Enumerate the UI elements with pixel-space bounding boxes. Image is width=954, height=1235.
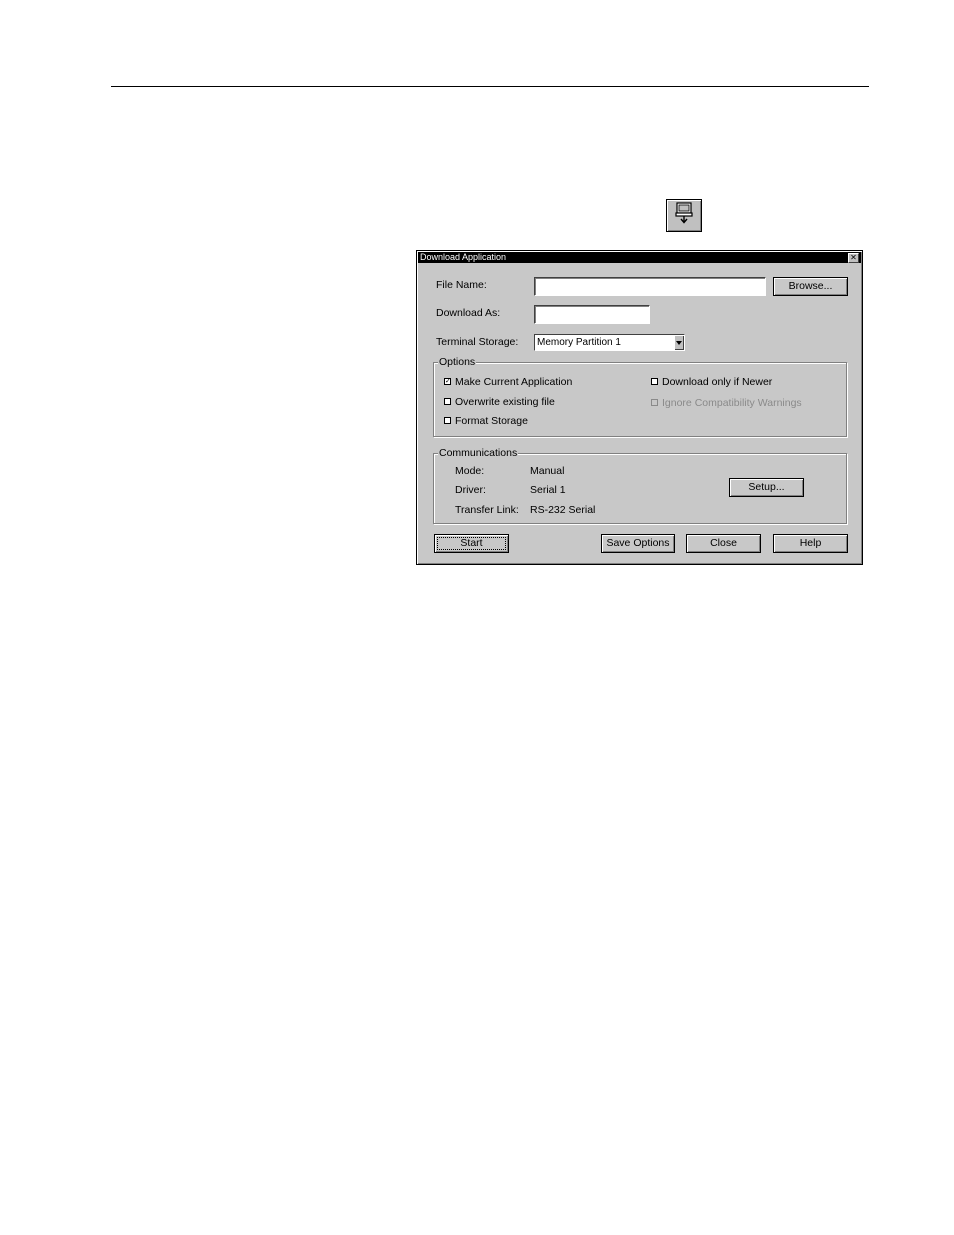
close-button[interactable]: Close (686, 534, 761, 553)
browse-button[interactable]: Browse... (773, 277, 848, 296)
transfer-link-label: Transfer Link: (455, 504, 519, 516)
download-terminal-icon (673, 201, 695, 230)
close-icon[interactable]: ✕ (848, 253, 859, 263)
start-button[interactable]: Start (434, 534, 509, 553)
save-options-button[interactable]: Save Options (601, 534, 675, 553)
format-storage-label[interactable]: Format Storage (455, 415, 528, 427)
dialog-title: Download Application (420, 252, 507, 262)
make-current-label[interactable]: Make Current Application (455, 376, 572, 388)
file-name-label: File Name: (436, 279, 487, 291)
transfer-link-value: RS-232 Serial (530, 504, 596, 516)
mode-value: Manual (530, 465, 565, 477)
terminal-storage-value: Memory Partition 1 (537, 337, 621, 348)
file-name-input[interactable] (534, 277, 766, 296)
options-group-title: Options (438, 356, 477, 368)
setup-button[interactable]: Setup... (729, 478, 804, 497)
help-button[interactable]: Help (773, 534, 848, 553)
make-current-checkbox[interactable]: ✓ (444, 378, 451, 385)
driver-label: Driver: (455, 484, 486, 496)
download-newer-checkbox[interactable] (651, 378, 658, 385)
download-as-label: Download As: (436, 307, 501, 319)
communications-group-title: Communications (438, 447, 519, 459)
terminal-storage-label: Terminal Storage: (436, 336, 519, 348)
download-application-dialog: Download Application ✕ File Name: Browse… (416, 250, 863, 565)
dropdown-arrow-icon[interactable] (674, 335, 684, 350)
download-as-input[interactable] (534, 305, 650, 324)
ignore-compat-checkbox (651, 399, 658, 406)
download-newer-label[interactable]: Download only if Newer (662, 376, 772, 388)
ignore-compat-label: Ignore Compatibility Warnings (662, 397, 802, 409)
overwrite-checkbox[interactable] (444, 398, 451, 405)
mode-label: Mode: (455, 465, 485, 477)
format-storage-checkbox[interactable] (444, 417, 451, 424)
page-header-rule (111, 86, 869, 87)
dialog-titlebar: Download Application ✕ (418, 252, 861, 263)
download-toolbar-button[interactable] (666, 199, 702, 232)
overwrite-label[interactable]: Overwrite existing file (455, 396, 555, 408)
driver-value: Serial 1 (530, 484, 566, 496)
terminal-storage-select[interactable]: Memory Partition 1 (534, 334, 685, 351)
